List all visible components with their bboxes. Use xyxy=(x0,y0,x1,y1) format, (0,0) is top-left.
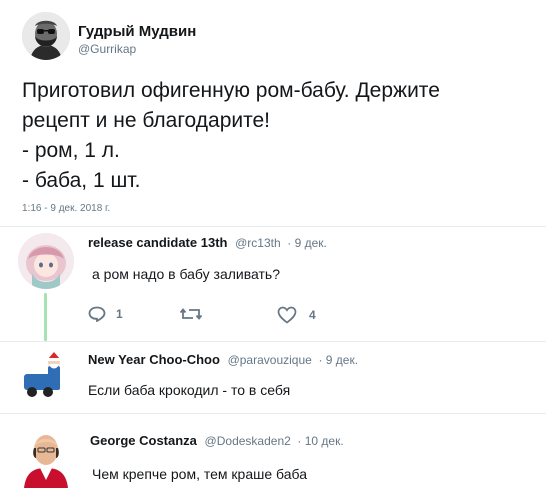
reply-avatar[interactable] xyxy=(18,352,68,402)
like-action-button[interactable]: 4 xyxy=(277,306,316,324)
reply-author-handle[interactable]: @rc13th xyxy=(235,236,281,250)
reply-header: New Year Choo-Choo @paravouzique · 9 дек… xyxy=(88,352,358,367)
author-avatar[interactable] xyxy=(22,12,70,60)
reply-header: release candidate 13th @rc13th · 9 дек. xyxy=(88,235,327,250)
comment-bubble-icon xyxy=(88,306,106,322)
reply-avatar[interactable] xyxy=(20,428,72,488)
author-handle[interactable]: @Gurrikap xyxy=(78,42,136,56)
divider xyxy=(0,226,546,227)
divider xyxy=(0,341,546,342)
heart-icon xyxy=(277,306,297,324)
retweet-icon xyxy=(180,308,202,320)
reply-author-name[interactable]: George Costanza xyxy=(90,433,197,448)
retweet-action-button[interactable] xyxy=(180,306,202,322)
bearded-man-avatar-image xyxy=(22,12,70,60)
tweet-text: Приготовил офигенную ром-бабу. Держите р… xyxy=(22,76,542,196)
tweet-text-line: - ром, 1 л. xyxy=(22,139,120,162)
reply-action-button[interactable]: 1 xyxy=(88,306,123,322)
reply-avatar[interactable] xyxy=(18,233,74,289)
reply-author-name[interactable]: release candidate 13th xyxy=(88,235,227,250)
reply-date[interactable]: · 9 дек. xyxy=(287,236,327,250)
reply-date[interactable]: · 9 дек. xyxy=(318,353,358,367)
anime-girl-avatar-image xyxy=(18,233,74,289)
reply-date[interactable]: · 10 дек. xyxy=(297,434,343,448)
reply-author-handle[interactable]: @paravouzique xyxy=(228,353,312,367)
reply-text: а ром надо в бабу заливать? xyxy=(92,266,280,282)
reply-author-name[interactable]: New Year Choo-Choo xyxy=(88,352,220,367)
reply-header: George Costanza @Dodeskaden2 · 10 дек. xyxy=(90,433,344,448)
like-count: 4 xyxy=(309,308,316,322)
tweet-text-line: рецепт и не благодарите! xyxy=(22,109,271,132)
bald-man-avatar-image xyxy=(20,428,72,488)
divider xyxy=(0,413,546,414)
reply-count: 1 xyxy=(116,307,123,321)
reply-author-handle[interactable]: @Dodeskaden2 xyxy=(205,434,291,448)
santa-train-avatar-image xyxy=(18,352,68,402)
tweet-text-line: Приготовил офигенную ром-бабу. Держите xyxy=(22,79,440,102)
tweet-text-line: - баба, 1 шт. xyxy=(22,169,141,192)
tweet-timestamp[interactable]: 1:16 - 9 дек. 2018 г. xyxy=(22,203,110,214)
reply-text: Если баба крокодил - то в себя xyxy=(88,382,291,398)
thread-connector-line xyxy=(44,293,47,341)
reply-text: Чем крепче ром, тем краше баба xyxy=(92,466,307,482)
author-name[interactable]: Гудрый Мудвин xyxy=(78,23,196,40)
